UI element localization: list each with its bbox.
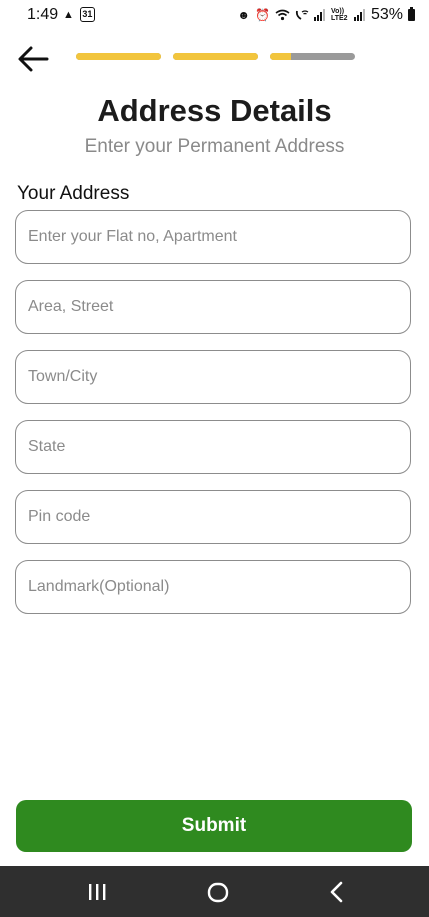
status-left-icons: ▲ 31	[63, 7, 95, 22]
status-time: 1:49	[27, 6, 59, 23]
submit-button[interactable]: Submit	[16, 800, 412, 852]
nav-back-icon	[330, 881, 343, 903]
signal-2-icon	[353, 9, 365, 21]
battery-icon	[408, 7, 415, 21]
status-bar: 1:49 ▲ 31 ☻ ⏰ Vo)) LTE2 53%	[0, 0, 429, 32]
recent-apps-button[interactable]	[67, 874, 127, 910]
your-address-label: Your Address	[17, 183, 130, 204]
area-street-input[interactable]	[15, 280, 411, 334]
wifi-icon	[275, 9, 290, 21]
state-input[interactable]	[15, 420, 411, 474]
face-icon: ☻	[237, 8, 251, 22]
wifi-calling-icon	[295, 10, 309, 20]
home-button[interactable]	[188, 874, 248, 910]
town-city-input[interactable]	[15, 350, 411, 404]
signal-icon	[313, 9, 325, 21]
system-nav-bar	[0, 866, 429, 917]
back-button[interactable]	[16, 44, 50, 74]
calendar-icon: 31	[79, 7, 95, 22]
battery-percent: 53%	[370, 6, 403, 23]
alarm-icon: ⏰	[255, 8, 270, 22]
flat-apartment-input[interactable]	[15, 210, 411, 264]
page-title: Address Details	[97, 93, 332, 128]
home-icon	[207, 882, 229, 903]
landmark-input[interactable]	[15, 560, 411, 614]
volte-label: Vo)) LTE2	[330, 8, 348, 22]
progress-step-1	[76, 53, 161, 60]
recent-apps-icon	[89, 884, 106, 900]
page-subtitle: Enter your Permanent Address	[84, 136, 345, 157]
pin-code-input[interactable]	[15, 490, 411, 544]
arrow-left-icon	[18, 46, 49, 72]
progress-step-2	[173, 53, 258, 60]
step-progress	[76, 53, 355, 60]
status-right-icons: ☻ ⏰ Vo)) LTE2 53%	[237, 6, 415, 24]
navigation-notification-icon: ▲	[63, 8, 74, 21]
progress-step-3	[270, 53, 355, 60]
nav-back-button[interactable]	[306, 874, 366, 910]
